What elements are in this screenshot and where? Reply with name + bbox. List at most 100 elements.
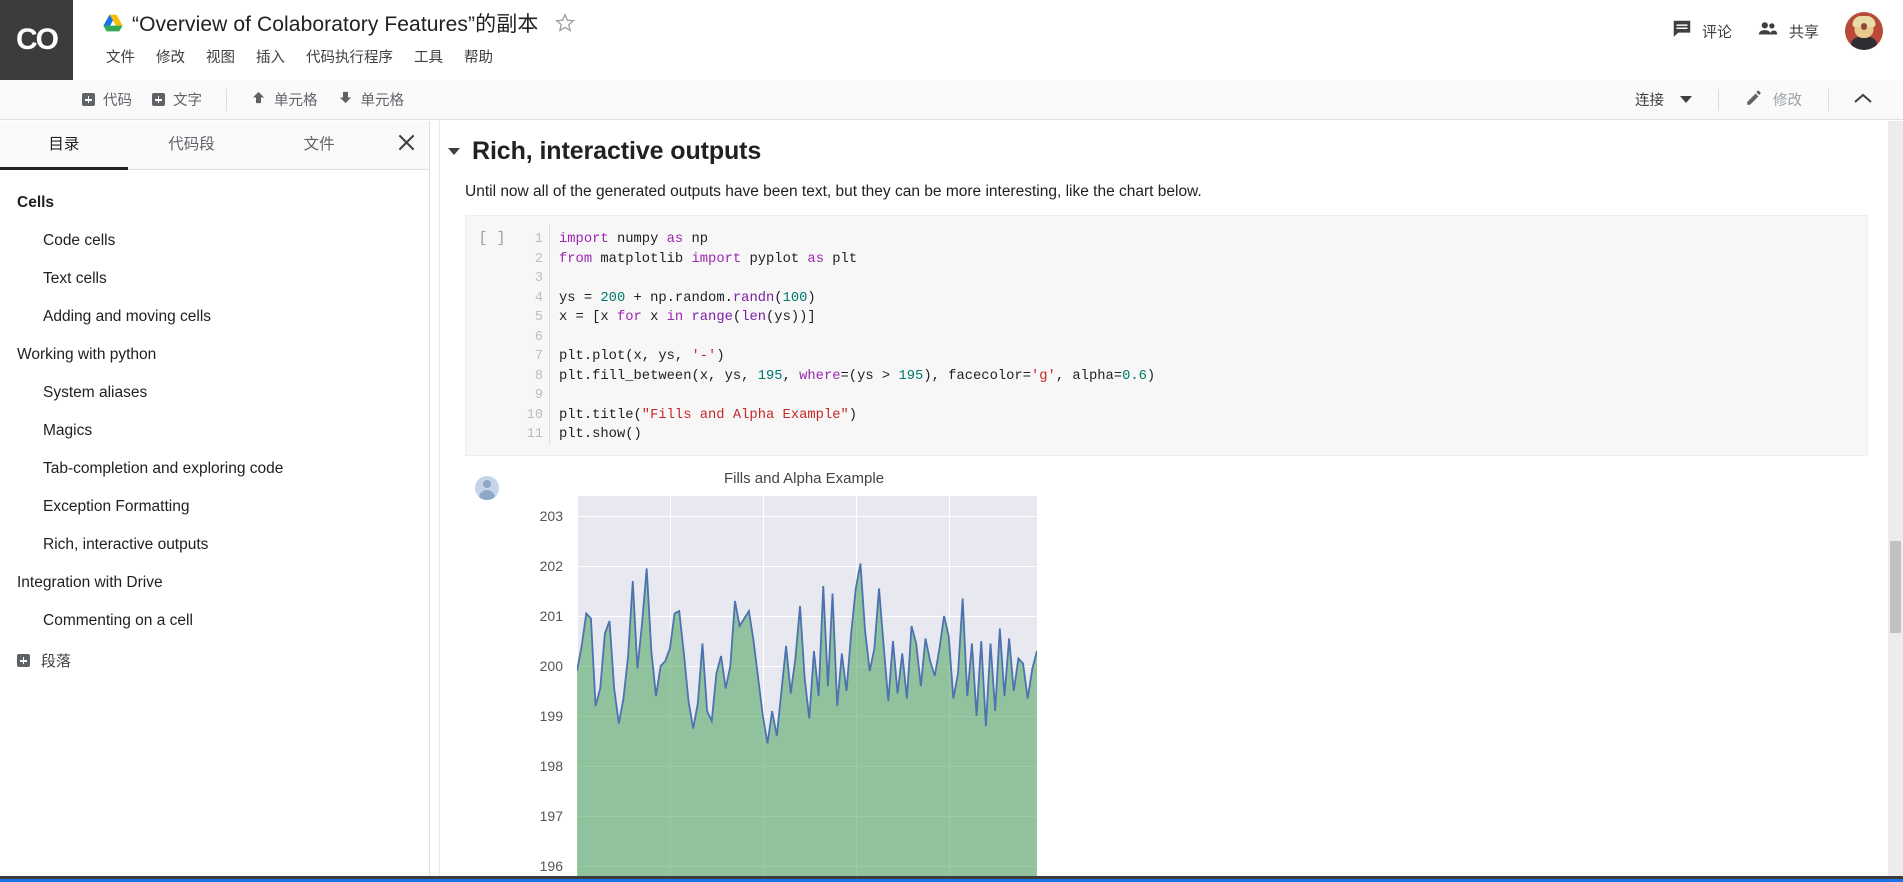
toc-item-commenting-on-a-cell[interactable]: Commenting on a cell <box>0 602 429 640</box>
menu-help[interactable]: 帮助 <box>461 44 496 69</box>
menu-runtime[interactable]: 代码执行程序 <box>303 44 396 69</box>
move-cell-up-button[interactable]: 单元格 <box>241 85 328 114</box>
chart-fill-area <box>577 563 1037 876</box>
add-section-button[interactable]: 段落 <box>0 640 429 681</box>
scrollbar-thumb[interactable] <box>1890 541 1901 633</box>
toc-item-system-aliases[interactable]: System aliases <box>0 374 429 412</box>
sidebar-tab-snippets[interactable]: 代码段 <box>128 121 256 170</box>
collapse-toolbar-button[interactable] <box>1843 88 1883 112</box>
line-number: 6 <box>534 329 543 345</box>
toc-item-tab-completion[interactable]: Tab-completion and exploring code <box>0 450 429 488</box>
code-text: import numpy as np from matplotlib impor… <box>559 232 1156 442</box>
colab-logo[interactable]: CO <box>0 0 73 80</box>
comment-label: 评论 <box>1701 23 1732 41</box>
chart-y-tick: 196 <box>539 857 563 874</box>
add-code-cell-button[interactable]: 代码 <box>72 85 142 114</box>
toc-item-adding-and-moving-cells[interactable]: Adding and moving cells <box>0 298 429 336</box>
move-up-label: 单元格 <box>274 93 318 109</box>
close-icon[interactable] <box>383 121 429 169</box>
chart-y-tick: 202 <box>539 557 563 574</box>
menu-file[interactable]: 文件 <box>103 44 138 69</box>
chart-output: Fills and Alpha Example 203 202 201 200 199 1… <box>519 470 1219 876</box>
share-button[interactable]: 共享 <box>1744 10 1831 52</box>
chart-area: 203202201200199198197196195 <box>519 495 1219 876</box>
menu-view[interactable]: 视图 <box>203 44 238 69</box>
add-section-label: 段落 <box>41 653 72 670</box>
sidebar: 目录 代码段 文件 Cells Code cells Text cells Ad… <box>0 121 430 876</box>
share-label: 共享 <box>1788 23 1819 41</box>
section-paragraph: Until now all of the generated outputs h… <box>465 183 1202 200</box>
sidebar-tabs: 目录 代码段 文件 <box>0 121 429 170</box>
chart-y-tick: 203 <box>539 507 563 524</box>
colab-app: CO “Overview of Colaboratory Features”的副… <box>0 0 1903 882</box>
comment-button[interactable]: 评论 <box>1659 10 1744 52</box>
arrow-down-icon <box>338 90 353 109</box>
chart-plot-area <box>577 495 1037 876</box>
drive-icon <box>103 14 123 32</box>
toc-heading-working-with-python[interactable]: Working with python <box>0 336 429 374</box>
move-down-label: 单元格 <box>360 93 405 109</box>
output-avatar <box>475 475 499 500</box>
colab-logo-text: CO <box>16 23 59 56</box>
add-text-label: 文字 <box>173 93 202 109</box>
line-number: 9 <box>534 388 543 403</box>
menu-edit[interactable]: 修改 <box>153 44 188 69</box>
app-header: CO “Overview of Colaboratory Features”的副… <box>0 0 1903 80</box>
user-avatar[interactable] <box>1845 12 1883 50</box>
menu-insert[interactable]: 插入 <box>253 44 288 69</box>
sidebar-tab-files[interactable]: 文件 <box>255 121 383 170</box>
toc-item-text-cells[interactable]: Text cells <box>0 260 429 298</box>
star-icon[interactable] <box>555 12 576 33</box>
comment-icon <box>1671 18 1693 44</box>
notebook-inner: Rich, interactive outputs Until now all … <box>441 121 1886 876</box>
toc-item-rich-interactive-outputs[interactable]: Rich, interactive outputs <box>0 526 429 564</box>
line-number: 5 <box>534 310 543 325</box>
document-title[interactable]: “Overview of Colaboratory Features”的副本 <box>132 8 538 38</box>
title-row: “Overview of Colaboratory Features”的副本 <box>103 6 1659 40</box>
chart-y-tick: 198 <box>539 757 563 774</box>
toc-item-code-cells[interactable]: Code cells <box>0 222 429 260</box>
avatar-mouth <box>1861 23 1867 31</box>
page-title: Rich, interactive outputs <box>472 137 762 165</box>
line-number-gutter: 1 2 3 4 5 6 7 8 9 10 11 <box>518 224 550 445</box>
chevron-up-icon <box>1853 92 1873 108</box>
edit-button[interactable]: 修改 <box>1733 84 1814 116</box>
line-number: 2 <box>534 251 543 267</box>
vertical-scrollbar[interactable] <box>1888 121 1903 876</box>
line-number: 1 <box>534 232 543 247</box>
toc-heading-integration-with-drive[interactable]: Integration with Drive <box>0 564 429 602</box>
avatar-body <box>1851 37 1877 50</box>
add-text-cell-button[interactable]: 文字 <box>142 85 212 114</box>
table-of-contents: Cells Code cells Text cells Adding and m… <box>0 170 429 876</box>
menu-bar: 文件 修改 视图 插入 代码执行程序 工具 帮助 <box>103 42 1659 70</box>
line-number: 3 <box>534 271 543 286</box>
chart-y-tick: 201 <box>539 607 563 624</box>
menu-tools[interactable]: 工具 <box>411 44 446 69</box>
chevron-down-icon[interactable] <box>448 148 460 155</box>
header-main: “Overview of Colaboratory Features”的副本 文… <box>73 0 1659 70</box>
toc-item-magics[interactable]: Magics <box>0 412 429 450</box>
pencil-icon <box>1745 89 1763 111</box>
edit-label: 修改 <box>1773 93 1802 109</box>
line-number: 10 <box>526 407 543 423</box>
sidebar-tab-toc[interactable]: 目录 <box>0 121 128 170</box>
plus-box-icon <box>82 93 95 106</box>
toc-item-exception-formatting[interactable]: Exception Formatting <box>0 488 429 526</box>
cell-output: Fills and Alpha Example 203 202 201 200 199 1… <box>441 456 1886 876</box>
toc-heading-cells[interactable]: Cells <box>0 184 429 222</box>
notebook-content: Rich, interactive outputs Until now all … <box>441 121 1886 876</box>
code-editor[interactable]: import numpy as np from matplotlib impor… <box>550 224 1867 445</box>
notebook-toolbar: 代码 文字 单元格 单元格 连接 修改 <box>0 80 1903 120</box>
arrow-up-icon <box>251 90 266 109</box>
code-cell[interactable]: [ ] 1 2 3 4 5 6 7 8 9 10 11 import numpy… <box>465 215 1868 456</box>
line-number: 4 <box>534 290 543 306</box>
chart-series <box>577 562 1037 876</box>
chart-y-tick: 197 <box>539 807 563 824</box>
execution-indicator[interactable]: [ ] <box>466 224 518 445</box>
connect-button[interactable]: 连接 <box>1623 84 1704 115</box>
move-cell-down-button[interactable]: 单元格 <box>328 85 415 114</box>
toolbar-divider <box>1718 88 1719 111</box>
plus-box-icon <box>152 93 165 106</box>
sidebar-resizer[interactable] <box>430 121 440 876</box>
line-number: 11 <box>526 427 543 442</box>
